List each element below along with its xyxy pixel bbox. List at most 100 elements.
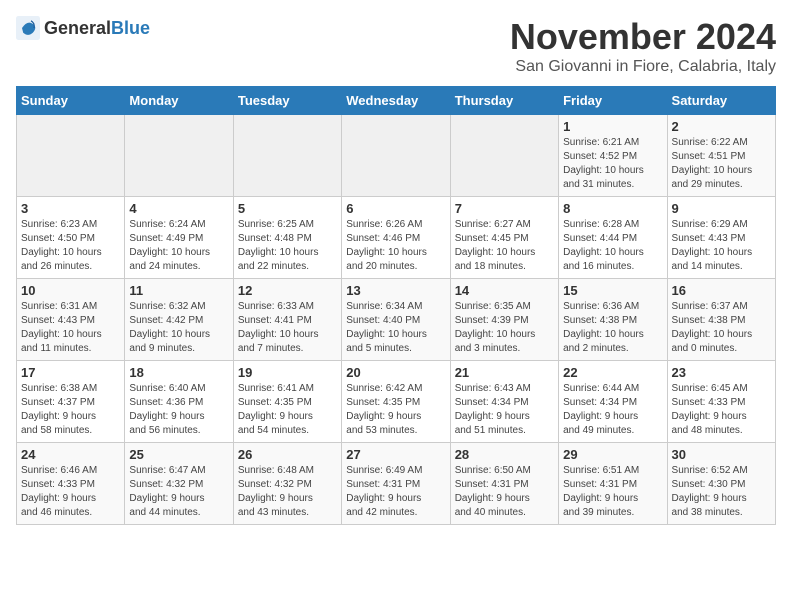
table-row: 22 Sunrise: 6:44 AM Sunset: 4:34 PM Dayli… — [559, 361, 667, 443]
day-info: Sunrise: 6:48 AM Sunset: 4:32 PM Dayligh… — [238, 464, 337, 520]
table-row: 6Sunrise: 6:26 AM Sunset: 4:46 PM Daylig… — [342, 197, 450, 279]
day-number: 9 — [672, 201, 771, 216]
location-subtitle: San Giovanni in Fiore, Calabria, Italy — [510, 58, 776, 76]
day-info: Sunrise: 6:37 AM Sunset: 4:38 PM Dayligh… — [672, 300, 771, 356]
table-row: 5Sunrise: 6:25 AM Sunset: 4:48 PM Daylig… — [233, 197, 341, 279]
day-info: Sunrise: 6:42 AM Sunset: 4:35 PM Dayligh… — [346, 382, 445, 438]
table-row: 2Sunrise: 6:22 AM Sunset: 4:51 PM Daylig… — [667, 115, 775, 197]
day-info: Sunrise: 6:29 AM Sunset: 4:43 PM Dayligh… — [672, 218, 771, 274]
day-info: Sunrise: 6:21 AM Sunset: 4:52 PM Dayligh… — [563, 136, 662, 192]
day-number: 12 — [238, 283, 337, 298]
table-row: 12 Sunrise: 6:33 AM Sunset: 4:41 PM Dayli… — [233, 279, 341, 361]
table-row: 24 Sunrise: 6:46 AM Sunset: 4:33 PM Dayli… — [17, 443, 125, 525]
day-number: 18 — [129, 365, 228, 380]
day-number: 23 — [672, 365, 771, 380]
header-wednesday: Wednesday — [342, 87, 450, 115]
day-info: Sunrise: 6:52 AM Sunset: 4:30 PM Dayligh… — [672, 464, 771, 520]
week-row-5: 24 Sunrise: 6:46 AM Sunset: 4:33 PM Dayli… — [17, 443, 776, 525]
header-sunday: Sunday — [17, 87, 125, 115]
month-title: November 2024 — [510, 16, 776, 58]
week-row-3: 10 Sunrise: 6:31 AM Sunset: 4:43 PM Dayli… — [17, 279, 776, 361]
day-info: Sunrise: 6:43 AM Sunset: 4:34 PM Dayligh… — [455, 382, 554, 438]
table-row: 14Sunrise: 6:35 AM Sunset: 4:39 PM Dayli… — [450, 279, 558, 361]
table-row: 13Sunrise: 6:34 AM Sunset: 4:40 PM Dayli… — [342, 279, 450, 361]
day-info: Sunrise: 6:50 AM Sunset: 4:31 PM Dayligh… — [455, 464, 554, 520]
day-number: 15 — [563, 283, 662, 298]
day-number: 25 — [129, 447, 228, 462]
week-row-2: 3 Sunrise: 6:23 AM Sunset: 4:50 PM Daylig… — [17, 197, 776, 279]
logo: GeneralBlue — [16, 16, 150, 40]
day-info: Sunrise: 6:27 AM Sunset: 4:45 PM Dayligh… — [455, 218, 554, 274]
day-info: Sunrise: 6:33 AM Sunset: 4:41 PM Dayligh… — [238, 300, 337, 356]
day-number: 5 — [238, 201, 337, 216]
table-row: 3 Sunrise: 6:23 AM Sunset: 4:50 PM Daylig… — [17, 197, 125, 279]
table-row: 19Sunrise: 6:41 AM Sunset: 4:35 PM Dayli… — [233, 361, 341, 443]
day-info: Sunrise: 6:40 AM Sunset: 4:36 PM Dayligh… — [129, 382, 228, 438]
day-number: 24 — [21, 447, 120, 462]
day-number: 6 — [346, 201, 445, 216]
logo-text: GeneralBlue — [44, 18, 150, 39]
day-number: 20 — [346, 365, 445, 380]
day-number: 7 — [455, 201, 554, 216]
day-info: Sunrise: 6:44 AM Sunset: 4:34 PM Dayligh… — [563, 382, 662, 438]
table-row: 7 Sunrise: 6:27 AM Sunset: 4:45 PM Daylig… — [450, 197, 558, 279]
table-row: 29 Sunrise: 6:51 AM Sunset: 4:31 PM Dayli… — [559, 443, 667, 525]
day-number: 27 — [346, 447, 445, 462]
day-number: 10 — [21, 283, 120, 298]
table-row: 18 Sunrise: 6:40 AM Sunset: 4:36 PM Dayli… — [125, 361, 233, 443]
day-number: 30 — [672, 447, 771, 462]
day-number: 26 — [238, 447, 337, 462]
day-info: Sunrise: 6:49 AM Sunset: 4:31 PM Dayligh… — [346, 464, 445, 520]
table-row — [17, 115, 125, 197]
day-number: 28 — [455, 447, 554, 462]
table-row: 11 Sunrise: 6:32 AM Sunset: 4:42 PM Dayli… — [125, 279, 233, 361]
table-row — [233, 115, 341, 197]
day-number: 14 — [455, 283, 554, 298]
day-number: 21 — [455, 365, 554, 380]
day-number: 4 — [129, 201, 228, 216]
day-number: 8 — [563, 201, 662, 216]
calendar-header-row: Sunday Monday Tuesday Wednesday Thursday… — [17, 87, 776, 115]
header-monday: Monday — [125, 87, 233, 115]
table-row: 16 Sunrise: 6:37 AM Sunset: 4:38 PM Dayli… — [667, 279, 775, 361]
week-row-1: 1 Sunrise: 6:21 AM Sunset: 4:52 PM Daylig… — [17, 115, 776, 197]
day-info: Sunrise: 6:22 AM Sunset: 4:51 PM Dayligh… — [672, 136, 771, 192]
day-info: Sunrise: 6:47 AM Sunset: 4:32 PM Dayligh… — [129, 464, 228, 520]
day-info: Sunrise: 6:31 AM Sunset: 4:43 PM Dayligh… — [21, 300, 120, 356]
day-info: Sunrise: 6:28 AM Sunset: 4:44 PM Dayligh… — [563, 218, 662, 274]
day-info: Sunrise: 6:46 AM Sunset: 4:33 PM Dayligh… — [21, 464, 120, 520]
day-info: Sunrise: 6:51 AM Sunset: 4:31 PM Dayligh… — [563, 464, 662, 520]
day-info: Sunrise: 6:23 AM Sunset: 4:50 PM Dayligh… — [21, 218, 120, 274]
week-row-4: 17Sunrise: 6:38 AM Sunset: 4:37 PM Dayli… — [17, 361, 776, 443]
table-row: 17Sunrise: 6:38 AM Sunset: 4:37 PM Dayli… — [17, 361, 125, 443]
table-row: 28 Sunrise: 6:50 AM Sunset: 4:31 PM Dayli… — [450, 443, 558, 525]
table-row: 27 Sunrise: 6:49 AM Sunset: 4:31 PM Dayli… — [342, 443, 450, 525]
table-row — [342, 115, 450, 197]
table-row: 26 Sunrise: 6:48 AM Sunset: 4:32 PM Dayli… — [233, 443, 341, 525]
table-row: 23 Sunrise: 6:45 AM Sunset: 4:33 PM Dayli… — [667, 361, 775, 443]
table-row: 30 Sunrise: 6:52 AM Sunset: 4:30 PM Dayli… — [667, 443, 775, 525]
calendar-table: Sunday Monday Tuesday Wednesday Thursday… — [16, 86, 776, 525]
logo-icon — [16, 16, 40, 40]
day-number: 16 — [672, 283, 771, 298]
day-info: Sunrise: 6:36 AM Sunset: 4:38 PM Dayligh… — [563, 300, 662, 356]
table-row: 15 Sunrise: 6:36 AM Sunset: 4:38 PM Dayli… — [559, 279, 667, 361]
day-number: 1 — [563, 119, 662, 134]
day-info: Sunrise: 6:41 AM Sunset: 4:35 PM Dayligh… — [238, 382, 337, 438]
header-saturday: Saturday — [667, 87, 775, 115]
table-row — [125, 115, 233, 197]
table-row: 9 Sunrise: 6:29 AM Sunset: 4:43 PM Daylig… — [667, 197, 775, 279]
day-info: Sunrise: 6:24 AM Sunset: 4:49 PM Dayligh… — [129, 218, 228, 274]
table-row: 4 Sunrise: 6:24 AM Sunset: 4:49 PM Daylig… — [125, 197, 233, 279]
day-number: 11 — [129, 283, 228, 298]
day-info: Sunrise: 6:45 AM Sunset: 4:33 PM Dayligh… — [672, 382, 771, 438]
table-row: 1 Sunrise: 6:21 AM Sunset: 4:52 PM Daylig… — [559, 115, 667, 197]
page-header: GeneralBlue November 2024 San Giovanni i… — [16, 16, 776, 76]
day-number: 22 — [563, 365, 662, 380]
table-row: 25 Sunrise: 6:47 AM Sunset: 4:32 PM Dayli… — [125, 443, 233, 525]
day-number: 3 — [21, 201, 120, 216]
day-number: 29 — [563, 447, 662, 462]
table-row: 20 Sunrise: 6:42 AM Sunset: 4:35 PM Dayli… — [342, 361, 450, 443]
day-info: Sunrise: 6:32 AM Sunset: 4:42 PM Dayligh… — [129, 300, 228, 356]
header-tuesday: Tuesday — [233, 87, 341, 115]
